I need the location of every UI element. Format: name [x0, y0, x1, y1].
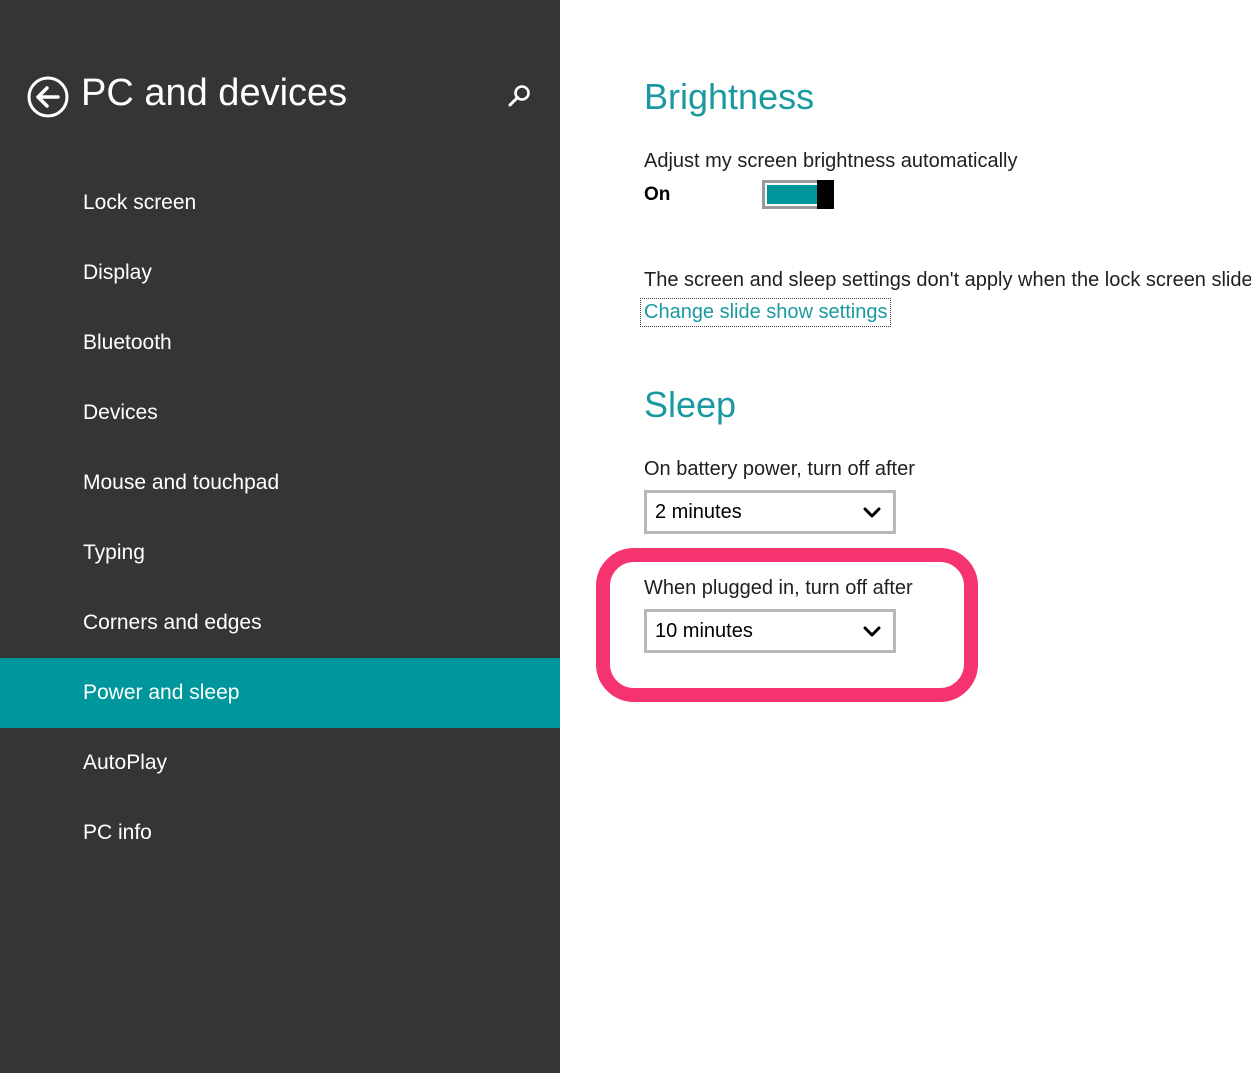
sidebar-item-lock-screen[interactable]: Lock screen [0, 168, 560, 238]
battery-sleep-dropdown[interactable]: 2 minutes [644, 490, 896, 534]
sidebar-item-mouse-and-touchpad[interactable]: Mouse and touchpad [0, 448, 560, 518]
battery-sleep-label: On battery power, turn off after [644, 458, 915, 480]
search-icon[interactable] [505, 83, 533, 111]
sidebar-nav: Lock screen Display Bluetooth Devices Mo… [0, 168, 560, 868]
sidebar-item-typing[interactable]: Typing [0, 518, 560, 588]
change-slide-show-settings-link[interactable]: Change slide show settings [640, 298, 892, 327]
sidebar-item-corners-and-edges[interactable]: Corners and edges [0, 588, 560, 658]
sidebar-item-bluetooth[interactable]: Bluetooth [0, 308, 560, 378]
sidebar-item-power-and-sleep[interactable]: Power and sleep [0, 658, 560, 728]
sidebar-item-autoplay[interactable]: AutoPlay [0, 728, 560, 798]
toggle-thumb[interactable] [817, 180, 834, 209]
page-title: PC and devices [81, 72, 348, 114]
auto-brightness-toggle[interactable] [762, 180, 834, 209]
plugged-sleep-value: 10 minutes [655, 620, 753, 642]
settings-content: Brightness Adjust my screen brightness a… [560, 0, 1251, 1073]
auto-brightness-label: Adjust my screen brightness automaticall… [644, 150, 1018, 172]
sleep-heading: Sleep [644, 384, 737, 425]
brightness-heading: Brightness [644, 76, 815, 117]
sidebar-item-pc-info[interactable]: PC info [0, 798, 560, 868]
sidebar-item-devices[interactable]: Devices [0, 378, 560, 448]
slideshow-note: The screen and sleep settings don't appl… [644, 269, 1251, 291]
back-arrow-circle-icon[interactable] [27, 76, 69, 118]
plugged-sleep-label: When plugged in, turn off after [644, 577, 913, 599]
battery-sleep-value: 2 minutes [655, 501, 742, 523]
chevron-down-icon [863, 507, 881, 518]
auto-brightness-state: On [644, 184, 671, 205]
sidebar-item-display[interactable]: Display [0, 238, 560, 308]
chevron-down-icon [863, 626, 881, 637]
sidebar: PC and devices Lock screen Display Bluet… [0, 0, 560, 1073]
plugged-sleep-dropdown[interactable]: 10 minutes [644, 609, 896, 653]
toggle-fill [767, 185, 819, 204]
